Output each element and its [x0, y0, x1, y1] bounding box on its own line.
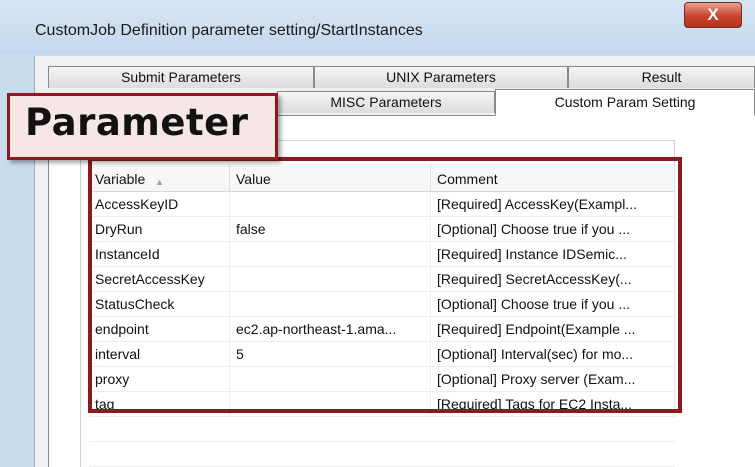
dialog-window: CustomJob Definition parameter setting/S…	[0, 0, 755, 467]
comment-cell: [Optional] Proxy server (Exam...	[431, 367, 675, 391]
tab-misc-parameters[interactable]: MISC Parameters	[277, 91, 495, 113]
close-button[interactable]: X	[684, 2, 742, 28]
comment-cell: [Optional] Choose true if you ...	[431, 217, 675, 241]
value-cell[interactable]	[230, 267, 431, 291]
variable-cell: tag	[89, 392, 230, 416]
table-row[interactable]: AccessKeyID [Required] AccessKey(Exampl.…	[89, 192, 675, 217]
variable-cell: proxy	[89, 367, 230, 391]
comment-cell: [Required] Instance IDSemic...	[431, 242, 675, 266]
comment-cell: [Optional] Choose true if you ...	[431, 292, 675, 316]
value-cell[interactable]: false	[230, 217, 431, 241]
column-header-comment[interactable]: Comment	[431, 164, 675, 191]
variable-cell: SecretAccessKey	[89, 267, 230, 291]
callout-label: Parameter	[25, 101, 249, 144]
value-cell[interactable]	[230, 242, 431, 266]
comment-cell: [Required] Endpoint(Example ...	[431, 317, 675, 341]
value-cell[interactable]	[230, 392, 431, 416]
value-cell[interactable]: 5	[230, 342, 431, 366]
variable-cell: DryRun	[89, 217, 230, 241]
comment-cell: [Optional] Interval(sec) for mo...	[431, 342, 675, 366]
variable-cell: endpoint	[89, 317, 230, 341]
empty-table-row	[89, 417, 675, 442]
table-row[interactable]: InstanceId [Required] Instance IDSemic..…	[89, 242, 675, 267]
tab-submit-parameters[interactable]: Submit Parameters	[48, 66, 314, 88]
comment-cell: [Required] SecretAccessKey(...	[431, 267, 675, 291]
variable-cell: interval	[89, 342, 230, 366]
value-cell[interactable]	[230, 292, 431, 316]
table-row[interactable]: StatusCheck [Optional] Choose true if yo…	[89, 292, 675, 317]
parameter-callout: Parameter	[7, 93, 278, 160]
column-header-variable[interactable]: Variable ▲	[89, 164, 230, 191]
window-title: CustomJob Definition parameter setting/S…	[35, 22, 423, 39]
comment-cell: [Required] Tags for EC2 Insta...	[431, 392, 675, 416]
column-header-variable-label: Variable	[95, 171, 146, 187]
table-row[interactable]: DryRun false [Optional] Choose true if y…	[89, 217, 675, 242]
value-cell[interactable]	[230, 367, 431, 391]
variable-cell: InstanceId	[89, 242, 230, 266]
value-cell[interactable]: ec2.ap-northeast-1.ama...	[230, 317, 431, 341]
tab-custom-param-setting[interactable]: Custom Param Setting	[495, 89, 755, 116]
tab-unix-parameters[interactable]: UNIX Parameters	[314, 66, 568, 88]
table-row[interactable]: SecretAccessKey [Required] SecretAccessK…	[89, 267, 675, 292]
title-bar: CustomJob Definition parameter setting/S…	[0, 0, 755, 54]
variable-cell: StatusCheck	[89, 292, 230, 316]
comment-cell: [Required] AccessKey(Exampl...	[431, 192, 675, 216]
table-row[interactable]: proxy [Optional] Proxy server (Exam...	[89, 367, 675, 392]
empty-table-row	[89, 442, 675, 467]
table-row[interactable]: endpoint ec2.ap-northeast-1.ama... [Requ…	[89, 317, 675, 342]
table-row[interactable]: tag [Required] Tags for EC2 Insta...	[89, 392, 675, 417]
tab-result[interactable]: Result	[568, 66, 755, 88]
column-header-value[interactable]: Value	[230, 164, 431, 191]
table-row[interactable]: interval 5 [Optional] Interval(sec) for …	[89, 342, 675, 367]
variable-cell: AccessKeyID	[89, 192, 230, 216]
value-cell[interactable]	[230, 192, 431, 216]
table-header: Variable ▲ Value Comment	[89, 164, 675, 192]
parameter-table[interactable]: Variable ▲ Value Comment AccessKeyID [Re…	[89, 164, 675, 467]
